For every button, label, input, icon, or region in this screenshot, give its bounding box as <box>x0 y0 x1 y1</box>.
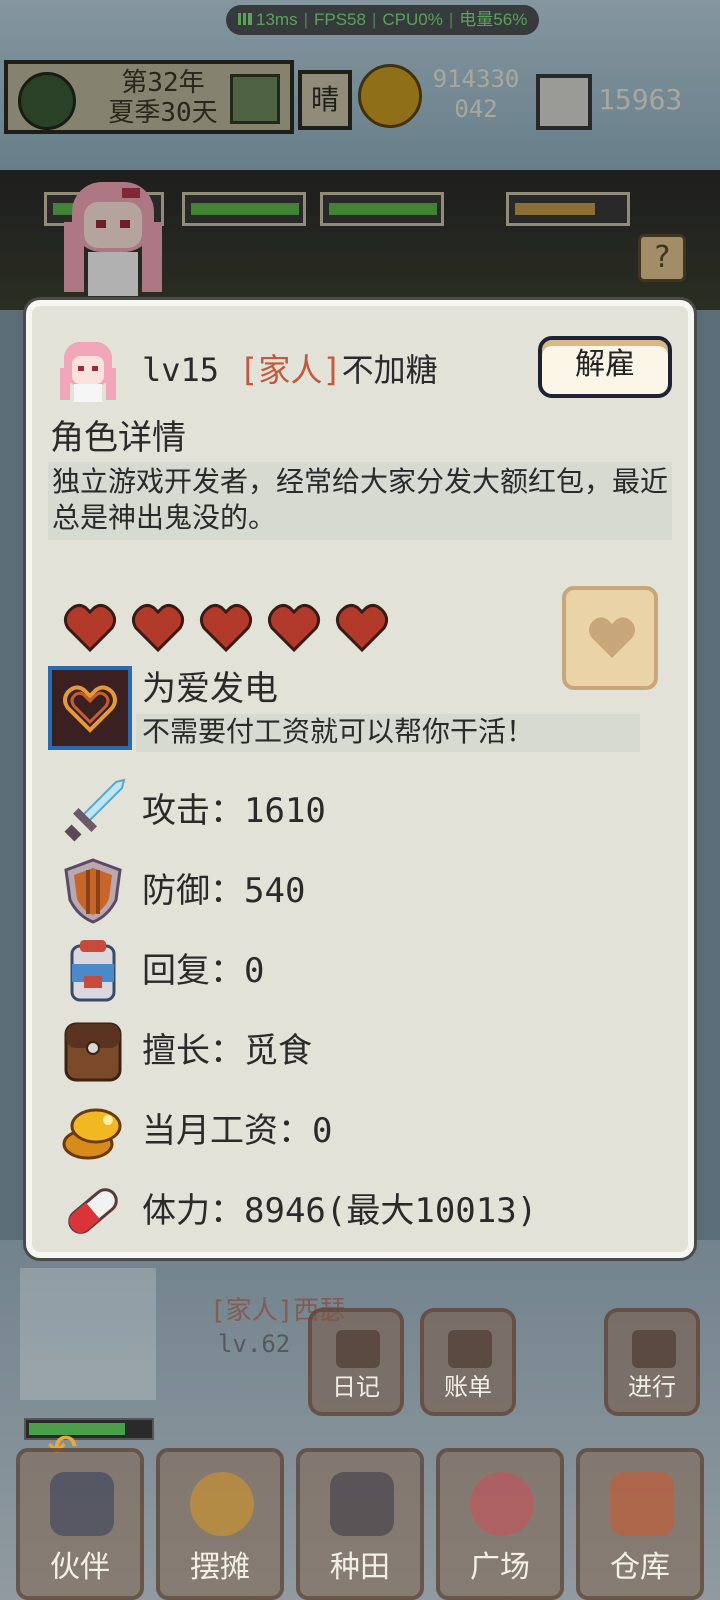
nav-label: 种田 <box>330 1550 390 1585</box>
heart-icon <box>589 617 635 658</box>
section-title: 角色详情 <box>50 418 186 458</box>
watering-can-icon <box>330 1472 394 1536</box>
gift-heart-button[interactable] <box>562 586 658 690</box>
bag-icon <box>64 1022 122 1082</box>
trophy-icon <box>448 1330 492 1368</box>
character-portrait <box>60 342 116 402</box>
character-header: lv15 [家人]不加糖 <box>142 348 438 392</box>
heart-icon <box>266 602 322 654</box>
coins-icon <box>190 1472 254 1536</box>
nav-warehouse[interactable]: 仓库 <box>576 1448 704 1600</box>
heart-icon <box>198 602 254 654</box>
character-detail-dialog: lv15 [家人]不加糖 解雇 角色详情 独立游戏开发者，经常给大家分发大额红包，… <box>26 300 694 1258</box>
stat-stamina: 体力：8946(最大10013) <box>58 1176 658 1246</box>
stat-recovery: 回复：0 <box>58 936 658 1006</box>
dismiss-button[interactable]: 解雇 <box>538 336 672 398</box>
bottom-navigation: 伙伴 摆摊 种田 广场 仓库 <box>0 1430 720 1600</box>
companion-level: lv.62 <box>218 1330 291 1358</box>
stat-label: 回复：0 <box>142 951 265 991</box>
stat-label: 体力：8946(最大10013) <box>142 1191 538 1231</box>
nav-stall[interactable]: 摆摊 <box>156 1448 284 1600</box>
fast-forward-icon <box>632 1330 676 1368</box>
relation-tag: [家人] <box>239 351 342 389</box>
flower-icon <box>470 1472 534 1536</box>
nav-companions[interactable]: 伙伴 <box>16 1448 144 1600</box>
level-label: lv15 <box>142 351 220 389</box>
sword-icon <box>64 778 126 842</box>
stat-label: 当月工资：0 <box>142 1111 333 1151</box>
character-description: 独立游戏开发者，经常给大家分发大额红包，最近总是神出鬼没的。 <box>48 462 672 540</box>
nav-farming[interactable]: 种田 <box>296 1448 424 1600</box>
stat-label: 防御：540 <box>142 871 306 911</box>
heart-icon <box>62 602 118 654</box>
proceed-button[interactable]: 进行 <box>604 1308 700 1416</box>
companion-icon <box>50 1472 114 1536</box>
heart-icon <box>130 602 186 654</box>
pill-icon <box>68 1188 118 1234</box>
heart-frame-icon <box>52 670 128 746</box>
affection-hearts <box>62 602 402 658</box>
nav-plaza[interactable]: 广场 <box>436 1448 564 1600</box>
stat-defense: 防御：540 <box>58 856 658 926</box>
trait-icon <box>48 666 132 750</box>
stat-attack: 攻击：1610 <box>58 776 658 846</box>
stat-label: 攻击：1610 <box>142 791 326 831</box>
companion-portrait[interactable] <box>20 1268 156 1400</box>
shield-icon <box>64 858 122 924</box>
nav-label: 摆摊 <box>190 1550 250 1585</box>
heart-icon <box>334 602 390 654</box>
trait-description: 不需要付工资就可以帮你干活！ <box>136 714 640 752</box>
nav-label: 广场 <box>470 1550 530 1585</box>
stat-label: 擅长：觅食 <box>142 1031 312 1071</box>
nav-label: 仓库 <box>610 1550 670 1585</box>
diary-label: 日记 <box>332 1373 380 1401</box>
ledger-label: 账单 <box>444 1373 492 1401</box>
trait-name: 为爱发电 <box>142 669 278 709</box>
stat-salary: 当月工资：0 <box>58 1096 658 1166</box>
house-icon <box>610 1472 674 1536</box>
ledger-button[interactable]: 账单 <box>420 1308 516 1416</box>
coins-icon <box>62 1108 122 1160</box>
proceed-label: 进行 <box>628 1373 676 1401</box>
backpack-icon <box>70 940 116 1002</box>
diary-button[interactable]: 日记 <box>308 1308 404 1416</box>
speech-bubble-icon <box>336 1330 380 1368</box>
nav-label: 伙伴 <box>50 1550 110 1585</box>
character-name: 不加糖 <box>341 351 438 389</box>
stat-specialty: 擅长：觅食 <box>58 1016 658 1086</box>
